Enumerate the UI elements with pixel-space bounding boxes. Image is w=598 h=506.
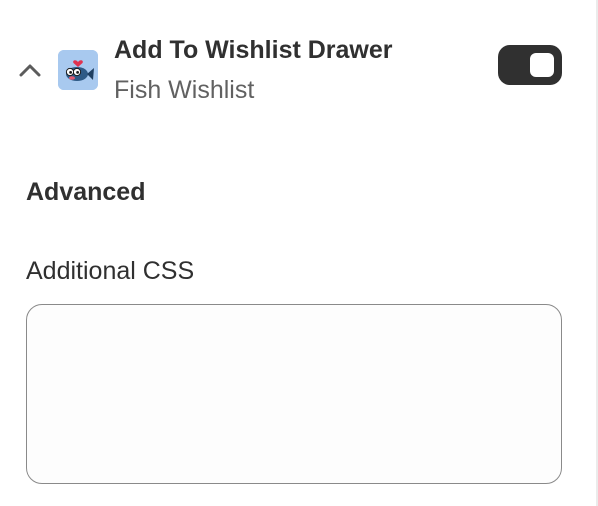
enable-toggle[interactable] [498, 45, 562, 85]
toggle-knob [530, 53, 554, 77]
additional-css-input[interactable] [26, 304, 562, 484]
chevron-up-icon [19, 64, 41, 77]
collapse-button[interactable] [14, 54, 46, 86]
block-settings-panel: Add To Wishlist Drawer Fish Wishlist Adv… [0, 0, 598, 506]
fish-heart-icon [58, 50, 98, 90]
block-title: Add To Wishlist Drawer [114, 36, 393, 64]
block-subtitle: Fish Wishlist [114, 76, 255, 104]
additional-css-label: Additional CSS [26, 257, 195, 285]
advanced-heading: Advanced [26, 178, 146, 206]
block-header: Add To Wishlist Drawer Fish Wishlist [14, 28, 570, 112]
